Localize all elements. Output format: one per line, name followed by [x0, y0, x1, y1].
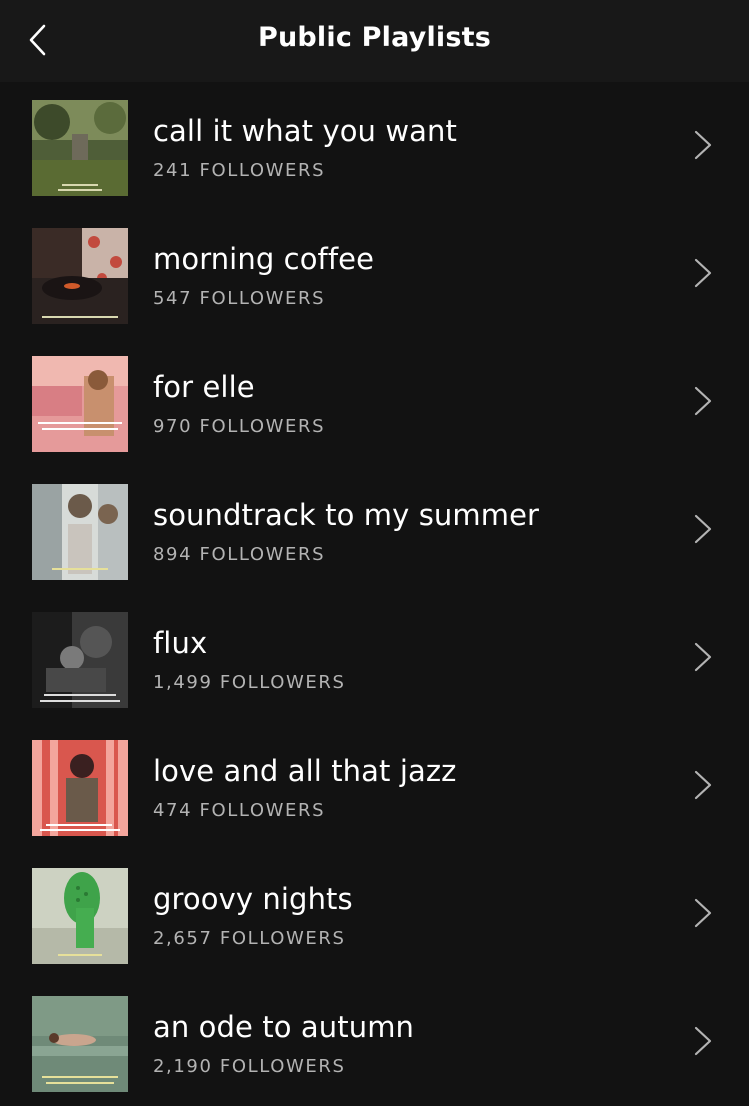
playlist-title: for elle: [153, 370, 255, 404]
follower-count: 1,499: [153, 672, 213, 693]
chevron-right-icon: [690, 768, 716, 802]
playlist-cover-image: [32, 100, 128, 196]
playlist-title: groovy nights: [153, 882, 353, 916]
playlist-followers: 547 FOLLOWERS: [153, 288, 325, 309]
follower-count: 547: [153, 288, 193, 309]
followers-label: FOLLOWERS: [199, 800, 326, 821]
playlist-cover-image: [32, 612, 128, 708]
chevron-right-icon: [690, 640, 716, 674]
playlist-title: love and all that jazz: [153, 754, 457, 788]
chevron-right-icon: [690, 128, 716, 162]
playlist-title: flux: [153, 626, 208, 660]
follower-count: 2,190: [153, 1056, 213, 1077]
playlist-followers: 970 FOLLOWERS: [153, 416, 325, 437]
playlist-cover-image: [32, 868, 128, 964]
followers-label: FOLLOWERS: [219, 1056, 346, 1077]
follower-count: 241: [153, 160, 193, 181]
playlist-followers: 1,499 FOLLOWERS: [153, 672, 345, 693]
playlist-cover-image: [32, 484, 128, 580]
playlist-followers: 241 FOLLOWERS: [153, 160, 325, 181]
playlist-cover-image: [32, 228, 128, 324]
playlist-title: call it what you want: [153, 114, 457, 148]
playlist-title: soundtrack to my summer: [153, 498, 540, 532]
playlist-followers: 2,657 FOLLOWERS: [153, 928, 345, 949]
playlist-row[interactable]: love and all that jazz 474 FOLLOWERS: [0, 722, 749, 850]
chevron-right-icon: [690, 896, 716, 930]
playlist-row[interactable]: morning coffee 547 FOLLOWERS: [0, 210, 749, 338]
followers-label: FOLLOWERS: [199, 416, 326, 437]
playlist-row[interactable]: for elle 970 FOLLOWERS: [0, 338, 749, 466]
playlist-cover-image: [32, 740, 128, 836]
playlist-row[interactable]: call it what you want 241 FOLLOWERS: [0, 82, 749, 210]
playlist-cover-image: [32, 356, 128, 452]
follower-count: 894: [153, 544, 193, 565]
chevron-right-icon: [690, 256, 716, 290]
chevron-right-icon: [690, 512, 716, 546]
playlist-row[interactable]: groovy nights 2,657 FOLLOWERS: [0, 850, 749, 978]
follower-count: 474: [153, 800, 193, 821]
playlist-followers: 474 FOLLOWERS: [153, 800, 325, 821]
chevron-right-icon: [690, 1024, 716, 1058]
playlist-row[interactable]: soundtrack to my summer 894 FOLLOWERS: [0, 466, 749, 594]
playlist-followers: 894 FOLLOWERS: [153, 544, 325, 565]
page-title: Public Playlists: [257, 22, 492, 53]
follower-count: 970: [153, 416, 193, 437]
playlist-row[interactable]: flux 1,499 FOLLOWERS: [0, 594, 749, 722]
followers-label: FOLLOWERS: [219, 928, 346, 949]
playlist-followers: 2,190 FOLLOWERS: [153, 1056, 345, 1077]
follower-count: 2,657: [153, 928, 213, 949]
playlist-row[interactable]: an ode to autumn 2,190 FOLLOWERS: [0, 978, 749, 1106]
chevron-right-icon: [690, 384, 716, 418]
top-bar: Public Playlists: [0, 0, 749, 82]
followers-label: FOLLOWERS: [199, 288, 326, 309]
playlist-title: an ode to autumn: [153, 1010, 415, 1044]
followers-label: FOLLOWERS: [199, 160, 326, 181]
followers-label: FOLLOWERS: [199, 544, 326, 565]
followers-label: FOLLOWERS: [219, 672, 346, 693]
playlist-cover-image: [32, 996, 128, 1092]
playlist-title: morning coffee: [153, 242, 375, 276]
